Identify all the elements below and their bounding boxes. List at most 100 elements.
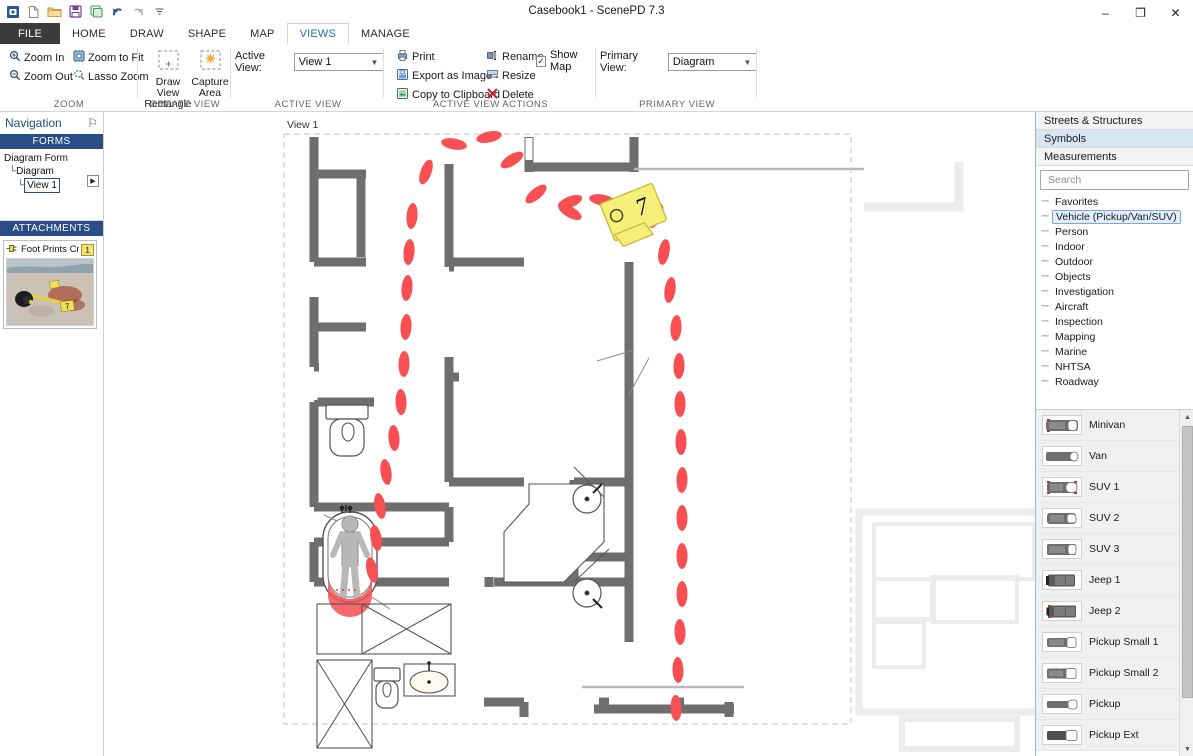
symbol-list: Minivan Van SUV 1 SUV 2 SUV 3 Jeep 1 Jee… <box>1036 410 1179 756</box>
primary-view-label: Primary View: <box>600 50 638 74</box>
category-marine[interactable]: ─ Marine <box>1038 344 1193 359</box>
category-objects[interactable]: ─ Objects <box>1038 269 1193 284</box>
chevron-down-icon: ▼ <box>370 57 379 67</box>
symbol-row-jeep-1[interactable]: Jeep 1 <box>1036 565 1179 596</box>
accordion-streets-structures[interactable]: Streets & Structures <box>1036 112 1193 130</box>
export-as-image-button[interactable]: Export as Image <box>393 67 495 84</box>
jeep2-top-icon <box>1042 601 1082 621</box>
category-inspection[interactable]: ─ Inspection <box>1038 314 1193 329</box>
group-divider <box>756 48 757 98</box>
tab-manage[interactable]: MANAGE <box>349 23 422 44</box>
window-title: Casebook1 - ScenePD 7.3 <box>528 5 665 17</box>
symbol-list-scrollbar[interactable]: ▲ ▼ <box>1179 410 1193 756</box>
symbol-row-van[interactable]: Van <box>1036 441 1179 472</box>
attachment-badge: 1 <box>81 243 94 256</box>
bathtub-with-body[interactable] <box>322 505 391 617</box>
suv3-top-icon <box>1042 539 1082 559</box>
ribbon-group-create-view: Draw View Rectangle Capture Area CREATE … <box>139 44 231 112</box>
view-label: View 1 <box>287 119 318 131</box>
symbol-row-suv-1[interactable]: SUV 1 <box>1036 472 1179 503</box>
ribbon-group-active-view: Active View: View 1 ▼ ACTIVE VIEW <box>232 44 384 112</box>
category-person[interactable]: ─ Person <box>1038 224 1193 239</box>
primary-view-select[interactable]: Diagram ▼ <box>667 53 757 71</box>
symbol-row-pickup[interactable]: Pickup <box>1036 689 1179 720</box>
minivan-top-icon <box>1042 415 1082 435</box>
tree-dash-icon: ─ <box>1041 331 1049 342</box>
diagram-canvas[interactable]: 7 View 1 <box>104 112 1035 756</box>
accordion-measurements[interactable]: Measurements <box>1036 148 1193 166</box>
symbol-row-pickup-small-2[interactable]: Pickup Small 2 <box>1036 658 1179 689</box>
print-button[interactable]: Print <box>393 48 438 65</box>
tab-views[interactable]: VIEWS <box>286 23 350 44</box>
export-image-icon <box>396 68 409 84</box>
category-investigation[interactable]: ─ Investigation <box>1038 284 1193 299</box>
view-rectangle[interactable] <box>283 133 852 725</box>
pin-panel-icon[interactable]: ⚐ <box>87 116 98 130</box>
toilet-fixture-upper[interactable] <box>325 404 369 457</box>
tab-file[interactable]: FILE <box>0 23 61 44</box>
evidence-leader-lines <box>596 349 650 396</box>
scrollbar-thumb[interactable] <box>1182 426 1193 698</box>
tree-dash-icon: ─ <box>1041 271 1049 282</box>
category-vehicle[interactable]: ─ Vehicle (Pickup/Van/SUV) <box>1038 209 1193 224</box>
primary-view-group-label: PRIMARY VIEW <box>639 99 715 110</box>
resize-button[interactable]: Resize <box>483 67 539 84</box>
category-roadway[interactable]: ─ Roadway <box>1038 374 1193 389</box>
ribbon-group-active-view-actions: Print Export as Image Copy to Clipboard <box>385 44 596 112</box>
category-outdoor[interactable]: ─ Outdoor <box>1038 254 1193 269</box>
capture-area-button[interactable]: Capture Area <box>187 48 233 99</box>
evidence-marker-7[interactable]: 7 <box>599 182 670 248</box>
attachment-thumbnail[interactable]: 7 <box>6 258 94 326</box>
tree-dash-icon: ─ <box>1041 196 1049 207</box>
category-mapping[interactable]: ─ Mapping <box>1038 329 1193 344</box>
zoom-group-label: ZOOM <box>53 99 85 110</box>
lasso-zoom-icon <box>73 69 85 84</box>
category-indoor[interactable]: ─ Indoor <box>1038 239 1193 254</box>
category-aircraft[interactable]: ─ Aircraft <box>1038 299 1193 314</box>
expand-tree-button[interactable]: ▶ <box>87 175 99 187</box>
navigation-panel: Navigation ⚐ FORMS Diagram Form └Diagram… <box>0 112 104 756</box>
tab-draw[interactable]: DRAW <box>118 23 176 44</box>
tree-node-view-1[interactable]: └ View 1 <box>4 178 99 193</box>
suv2-top-icon <box>1042 508 1082 528</box>
tab-shape[interactable]: SHAPE <box>176 23 238 44</box>
symbol-row-jeep-2[interactable]: Jeep 2 <box>1036 596 1179 627</box>
scroll-up-arrow[interactable]: ▲ <box>1180 410 1193 424</box>
pickup-top-icon <box>1042 694 1082 714</box>
attachment-item[interactable]: Foot Prints Cro… 1 <box>3 240 97 329</box>
search-box[interactable] <box>1040 170 1189 190</box>
floor-plan-diagram[interactable]: 7 View 1 <box>104 112 1035 756</box>
search-input[interactable] <box>1046 173 1183 187</box>
zoom-in-button[interactable]: Zoom In <box>6 49 67 66</box>
active-view-select[interactable]: View 1 ▼ <box>293 53 384 71</box>
sink-fixture[interactable] <box>403 661 456 697</box>
tree-node-diagram[interactable]: └Diagram <box>4 165 99 178</box>
symbol-row-suv-2[interactable]: SUV 2 <box>1036 503 1179 534</box>
symbol-row-suv-3[interactable]: SUV 3 <box>1036 534 1179 565</box>
category-favorites[interactable]: ─ Favorites <box>1038 194 1193 209</box>
symbol-row-minivan[interactable]: Minivan <box>1036 410 1179 441</box>
symbol-category-list: ─ Favorites ─ Vehicle (Pickup/Van/SUV) ─ Pe… <box>1036 192 1193 389</box>
accordion-symbols[interactable]: Symbols <box>1036 130 1193 148</box>
zoom-out-button[interactable]: Zoom Out <box>6 68 76 85</box>
pickup-small2-top-icon <box>1042 663 1082 683</box>
tab-map[interactable]: MAP <box>238 23 286 44</box>
symbol-row-pickup-small-1[interactable]: Pickup Small 1 <box>1036 627 1179 658</box>
tree-node-diagram-form[interactable]: Diagram Form <box>4 152 99 165</box>
symbol-row-pickup-ext[interactable]: Pickup Ext <box>1036 720 1179 751</box>
chevron-down-icon: ▼ <box>743 57 752 67</box>
zoom-to-fit-button[interactable]: Zoom to Fit <box>70 49 147 66</box>
tree-dash-icon: ─ <box>1041 376 1049 387</box>
magnifier-plus-icon <box>9 50 21 65</box>
toilet-fixture-lower[interactable] <box>373 667 401 709</box>
scroll-down-arrow[interactable]: ▼ <box>1180 742 1193 756</box>
category-nhtsa[interactable]: ─ NHTSA <box>1038 359 1193 374</box>
symbol-label: Jeep 2 <box>1089 605 1121 617</box>
resize-label: Resize <box>502 69 536 82</box>
tab-home[interactable]: HOME <box>60 23 118 44</box>
van-top-icon <box>1042 446 1082 466</box>
symbol-label: SUV 2 <box>1089 512 1120 524</box>
show-map-checkbox[interactable]: ✓ Show Map <box>536 49 596 73</box>
draw-rectangle-icon <box>153 48 183 77</box>
active-view-group-label: ACTIVE VIEW <box>274 99 342 110</box>
